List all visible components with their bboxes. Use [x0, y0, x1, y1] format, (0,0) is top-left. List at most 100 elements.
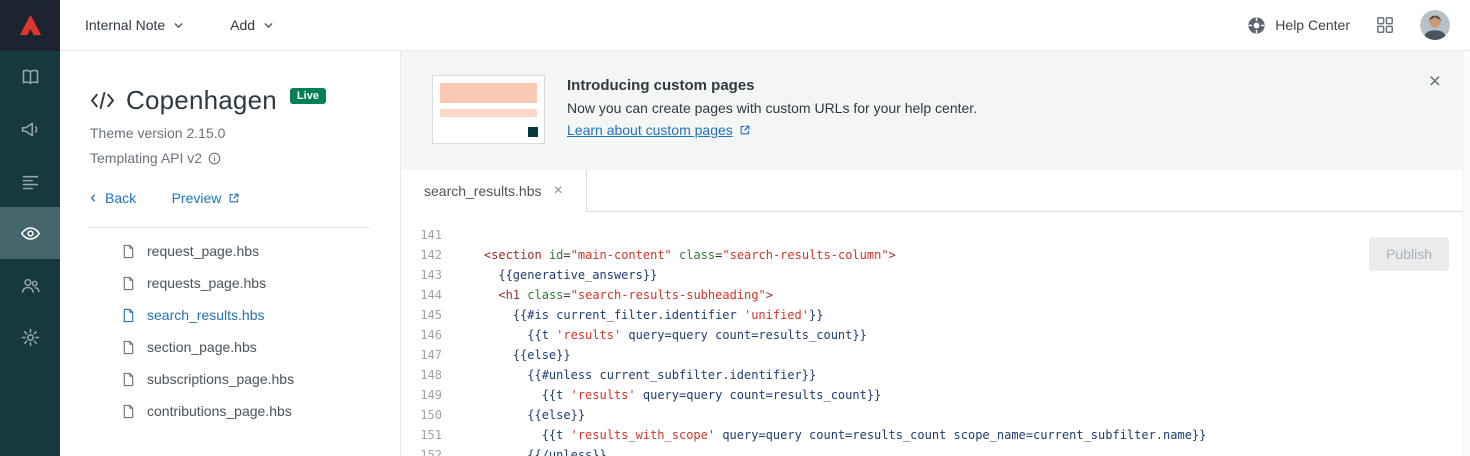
line-number: 151 [420, 428, 442, 442]
rail-item-settings[interactable] [0, 311, 60, 363]
back-label: Back [105, 190, 137, 206]
templating-api: Templating API v2 [90, 150, 400, 166]
code-line: 148 {{#unless current_subfilter.identifi… [401, 365, 1470, 385]
code-text: {{t 'results' query=query count=results_… [541, 388, 882, 402]
line-number: 142 [420, 248, 442, 262]
code-line: 152 {{/unless}} [401, 445, 1470, 456]
people-icon [20, 275, 41, 296]
code-text: <h1 class="search-results-subheading"> [498, 288, 773, 302]
megaphone-icon [20, 119, 41, 140]
file-item[interactable]: subscriptions_page.hbs [60, 363, 400, 395]
app-logo[interactable] [0, 0, 60, 51]
tab-bar-filler [586, 170, 1470, 212]
file-item[interactable]: contributions_page.hbs [60, 395, 400, 427]
code-text: {{t 'results' query=query count=results_… [527, 328, 867, 342]
code-text: {{t 'results_with_scope' query=query cou… [541, 428, 1207, 442]
line-number: 147 [420, 348, 442, 362]
code-text: {{#is current_filter.identifier 'unified… [512, 308, 824, 322]
code-line: 141 [401, 225, 1470, 245]
preview-label: Preview [171, 190, 222, 206]
rail-item-arrange-content[interactable] [0, 155, 60, 207]
product-nav-rail [0, 0, 60, 456]
document-icon [121, 244, 136, 259]
scrollbar-track[interactable] [1462, 51, 1470, 456]
file-item[interactable]: requests_page.hbs [60, 267, 400, 299]
code-text: {{else}} [527, 408, 586, 422]
file-list: request_page.hbs requests_page.hbs search_… [60, 235, 400, 427]
chevron-down-icon [263, 20, 274, 31]
sidebar-divider [88, 227, 370, 228]
tab-close-icon[interactable]: × [554, 183, 563, 199]
document-icon [121, 276, 136, 291]
info-icon[interactable] [208, 152, 221, 165]
file-item[interactable]: request_page.hbs [60, 235, 400, 267]
file-item[interactable]: section_page.hbs [60, 331, 400, 363]
document-icon [121, 308, 136, 323]
help-lifering-icon [1247, 16, 1266, 35]
code-text: {{else}} [512, 348, 571, 362]
line-number: 141 [420, 228, 442, 242]
editor-tab-bar: search_results.hbs × [401, 170, 1470, 212]
top-bar: Internal Note Add Help Center [60, 0, 1470, 51]
book-icon [20, 67, 41, 88]
preview-link[interactable]: Preview [172, 190, 241, 206]
external-link-icon [228, 192, 240, 204]
line-number: 152 [420, 448, 442, 456]
live-badge: Live [289, 87, 326, 104]
user-avatar[interactable] [1420, 10, 1450, 40]
line-number: 143 [420, 268, 442, 282]
banner-close-button[interactable]: × [1429, 71, 1441, 92]
file-label: contributions_page.hbs [147, 403, 292, 419]
line-number: 149 [420, 388, 442, 402]
tab-label: search_results.hbs [424, 183, 542, 199]
code-text: <section id="main-content" class="search… [483, 248, 896, 262]
line-number: 144 [420, 288, 442, 302]
line-number: 145 [420, 308, 442, 322]
file-label: subscriptions_page.hbs [147, 371, 295, 387]
internal-note-menu[interactable]: Internal Note [85, 17, 184, 33]
code-line: 145 {{#is current_filter.identifier 'uni… [401, 305, 1470, 325]
gear-icon [20, 327, 41, 348]
back-link[interactable]: Back [88, 190, 136, 206]
nav-rail-items [0, 51, 60, 363]
line-number: 148 [420, 368, 442, 382]
external-link-icon [739, 124, 751, 136]
code-line: 150 {{else}} [401, 405, 1470, 425]
rail-item-customize-design[interactable] [0, 207, 60, 259]
theme-sidebar: Copenhagen Live Theme version 2.15.0 Tem… [60, 51, 401, 456]
add-label: Add [230, 17, 256, 33]
line-number: 150 [420, 408, 442, 422]
tab-search-results[interactable]: search_results.hbs × [401, 170, 587, 212]
theme-name: Copenhagen [126, 85, 277, 115]
banner-learn-more-link[interactable]: Learn about custom pages [567, 122, 751, 138]
code-lines: 141 142 <section id="main-content" class=… [401, 212, 1470, 456]
topbar-right: Help Center [1247, 10, 1450, 40]
banner-body: Now you can create pages with custom URL… [567, 100, 978, 116]
file-item[interactable]: search_results.hbs [60, 299, 400, 331]
chevron-left-icon [88, 193, 98, 203]
code-icon [90, 90, 115, 111]
banner-link-label: Learn about custom pages [567, 122, 733, 138]
banner-title: Introducing custom pages [567, 77, 755, 94]
help-center-button[interactable]: Help Center [1247, 16, 1350, 35]
code-line: 147 {{else}} [401, 345, 1470, 365]
file-label: section_page.hbs [147, 339, 257, 355]
thumbnail-line [440, 109, 537, 117]
rail-item-announcements[interactable] [0, 103, 60, 155]
rail-item-people[interactable] [0, 259, 60, 311]
thumbnail-dot [528, 127, 538, 137]
document-icon [121, 404, 136, 419]
brand-logo-icon [17, 12, 44, 39]
code-editor[interactable]: 141 142 <section id="main-content" class=… [401, 212, 1470, 456]
publish-button[interactable]: Publish [1369, 237, 1449, 271]
file-label: request_page.hbs [147, 243, 260, 259]
add-menu[interactable]: Add [230, 17, 274, 33]
document-icon [121, 372, 136, 387]
thumbnail-header-band [440, 83, 537, 103]
code-line: 144 <h1 class="search-results-subheading… [401, 285, 1470, 305]
main-area: Introducing custom pages Now you can cre… [401, 51, 1470, 456]
apps-grid-icon[interactable] [1376, 16, 1394, 34]
code-line: 149 {{t 'results' query=query count=resu… [401, 385, 1470, 405]
rail-item-knowledge[interactable] [0, 51, 60, 103]
